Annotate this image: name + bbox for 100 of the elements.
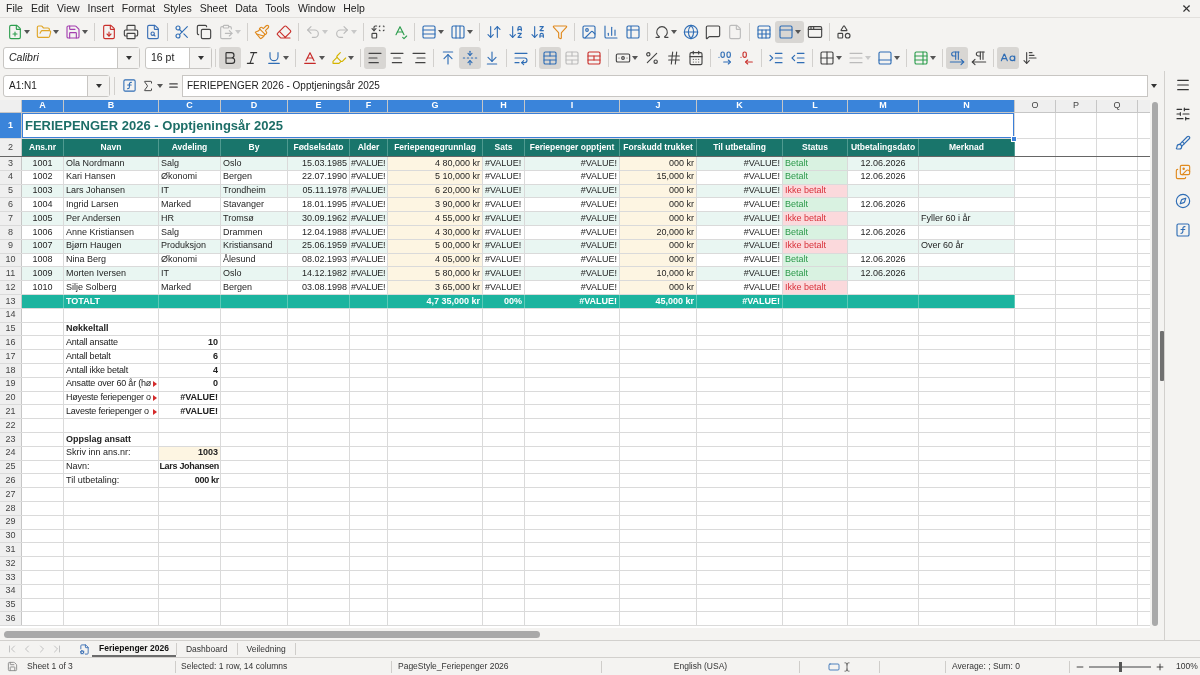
column-header[interactable]: L bbox=[783, 100, 847, 112]
column-header[interactable]: J bbox=[620, 100, 696, 112]
compass-icon bbox=[1174, 193, 1191, 209]
table-cell-text: 12.06.2026 bbox=[859, 226, 907, 239]
row-header[interactable]: 11 bbox=[0, 267, 21, 281]
align-bottom-icon bbox=[484, 50, 500, 66]
close-document-button[interactable] bbox=[1181, 3, 1192, 14]
dropdown-button[interactable] bbox=[189, 48, 211, 68]
font-color-icon bbox=[302, 50, 318, 66]
table-cell-text: Kristiansand bbox=[222, 239, 274, 253]
row-header[interactable]: 1 bbox=[0, 113, 21, 138]
formula-input[interactable]: FERIEPENGER 2026 - Opptjeningsår 2025 bbox=[182, 74, 1148, 97]
column-header[interactable]: P bbox=[1056, 100, 1096, 112]
table-cell-text: #VALUE! bbox=[742, 281, 781, 294]
table-cell-text: #VALUE! bbox=[484, 170, 523, 184]
dropdown-button[interactable] bbox=[117, 48, 139, 68]
vertical-scrollbar[interactable] bbox=[1152, 102, 1158, 626]
row-header[interactable]: 36 bbox=[0, 612, 21, 626]
align-middle-icon bbox=[462, 50, 478, 66]
table-cell: #VALUE! bbox=[350, 184, 387, 198]
column-header[interactable]: N bbox=[919, 100, 1014, 112]
menu-item[interactable]: Sheet bbox=[195, 1, 232, 16]
row-header[interactable]: 22 bbox=[0, 419, 21, 432]
dropdown-button[interactable] bbox=[87, 75, 109, 96]
zoom-slider-thumb[interactable] bbox=[1119, 661, 1122, 672]
font-size-field[interactable]: 16 pt bbox=[145, 47, 212, 69]
caret-icon bbox=[322, 29, 328, 34]
column-header[interactable]: A bbox=[22, 100, 63, 112]
funnel-icon bbox=[552, 23, 568, 40]
menu-icon bbox=[1174, 77, 1191, 93]
column-header[interactable]: E bbox=[288, 100, 349, 112]
key-figure-label: Ansatte over 60 år (hø bbox=[64, 377, 158, 391]
column-header-cell-text: Avdeling bbox=[170, 141, 209, 155]
close-icon bbox=[1181, 3, 1192, 14]
menu-item[interactable]: Tools bbox=[261, 1, 294, 16]
sheet-tab[interactable]: Dashboard bbox=[176, 641, 237, 657]
row-header[interactable]: 12 bbox=[0, 281, 21, 294]
menu-item[interactable]: File bbox=[2, 1, 27, 16]
column-header[interactable]: H bbox=[483, 100, 524, 112]
menu-item[interactable]: Format bbox=[117, 1, 160, 16]
table-cell-text: 22.07.1990 bbox=[300, 170, 348, 184]
column-header[interactable]: K bbox=[697, 100, 782, 112]
horizontal-scrollbar[interactable] bbox=[4, 630, 540, 638]
column-header[interactable]: M bbox=[848, 100, 918, 112]
table-cell-text: IT bbox=[160, 267, 170, 281]
table-cell-text: #VALUE! bbox=[579, 184, 618, 198]
row-header[interactable]: 16 bbox=[0, 336, 21, 350]
font-name-field[interactable]: Calibri bbox=[3, 47, 140, 69]
row-header[interactable]: 7 bbox=[0, 212, 21, 225]
sidebar-handle[interactable] bbox=[1160, 330, 1164, 381]
align-middle-button[interactable] bbox=[459, 47, 481, 69]
row-header[interactable]: 21 bbox=[0, 405, 21, 419]
status-cell: Betalt bbox=[783, 157, 847, 170]
menu-item[interactable]: View bbox=[53, 1, 84, 16]
row-header[interactable]: 26 bbox=[0, 474, 21, 488]
section-heading: Nøkkeltall bbox=[65, 322, 110, 336]
column-header[interactable]: B bbox=[64, 100, 158, 112]
left-to-right-button[interactable] bbox=[946, 47, 968, 69]
columns-icon bbox=[450, 23, 466, 40]
row-header[interactable]: 2 bbox=[0, 139, 21, 156]
text-horizontal-button[interactable] bbox=[997, 47, 1019, 69]
italic-icon bbox=[244, 50, 260, 66]
grid-icon bbox=[819, 50, 835, 66]
selection-handle[interactable] bbox=[1011, 136, 1017, 142]
wrap-text-icon bbox=[513, 50, 529, 66]
menu-item[interactable]: Window bbox=[293, 1, 340, 16]
menu-item[interactable]: Insert bbox=[83, 1, 118, 16]
table-cell-text: 12.04.1988 bbox=[300, 226, 348, 239]
row-header[interactable]: 27 bbox=[0, 488, 21, 501]
column-header[interactable]: F bbox=[350, 100, 387, 112]
column-header-cell-text: Merknad bbox=[948, 141, 985, 155]
column-header[interactable]: I bbox=[525, 100, 619, 112]
name-box[interactable]: A1:N1 bbox=[3, 74, 110, 97]
key-figure-label: Antall betalt bbox=[65, 350, 112, 363]
menu-item[interactable]: Styles bbox=[159, 1, 196, 16]
row-header[interactable]: 3 bbox=[0, 157, 21, 170]
merge-center-button[interactable] bbox=[539, 47, 561, 69]
column-header[interactable]: D bbox=[221, 100, 287, 112]
menu-item[interactable]: Help bbox=[339, 1, 369, 16]
table-cell-text: 12.06.2026 bbox=[859, 170, 907, 184]
align-left-button[interactable] bbox=[364, 47, 386, 69]
table-cell-text: #VALUE! bbox=[579, 157, 618, 170]
sheet-tab[interactable]: Veiledning bbox=[237, 641, 295, 657]
row-header[interactable]: 17 bbox=[0, 350, 21, 363]
table-cell-text: Bergen bbox=[222, 170, 254, 184]
table-cell-text: Drammen bbox=[222, 226, 264, 239]
row-header[interactable]: 31 bbox=[0, 543, 21, 557]
table-cell-text: 1004 bbox=[31, 198, 54, 212]
column-header[interactable]: C bbox=[159, 100, 220, 112]
menu-item[interactable]: Data bbox=[231, 1, 262, 16]
freeze-button[interactable] bbox=[775, 20, 804, 43]
sheet-options-button[interactable] bbox=[78, 641, 90, 657]
row-header[interactable]: 6 bbox=[0, 198, 21, 212]
page-style: PageStyle_Feriepenger 2026 bbox=[398, 661, 509, 672]
column-header[interactable]: G bbox=[388, 100, 482, 112]
menu-item[interactable]: Edit bbox=[26, 1, 53, 16]
bold-button[interactable] bbox=[219, 47, 241, 69]
row-header[interactable]: 32 bbox=[0, 557, 21, 570]
column-header[interactable]: O bbox=[1015, 100, 1055, 112]
column-header[interactable]: Q bbox=[1097, 100, 1137, 112]
